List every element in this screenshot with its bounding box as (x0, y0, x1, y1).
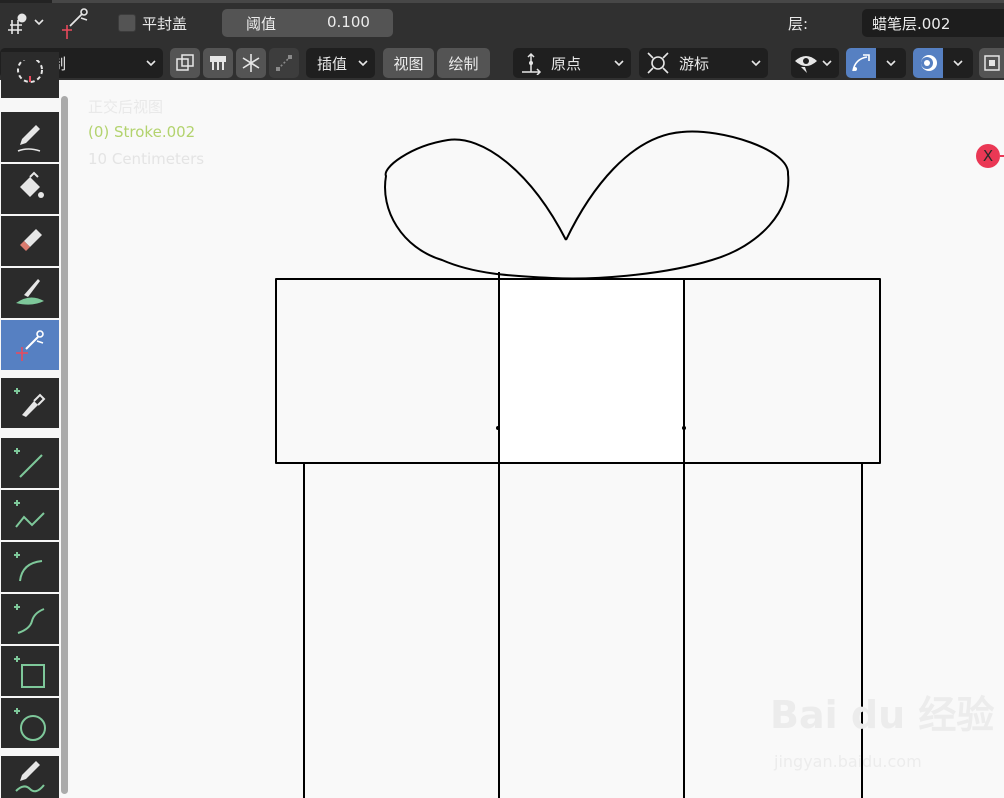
tool-box[interactable] (1, 646, 59, 696)
gizmo-dropdown[interactable] (876, 48, 906, 78)
cutter-icon (16, 330, 44, 361)
header-tab-strip (52, 0, 1004, 3)
gizmo-toggle[interactable] (846, 48, 876, 78)
interpolate-dropdown[interactable]: 插值 (306, 48, 375, 78)
threshold-field[interactable]: 阈值 0.100 (222, 9, 393, 37)
arc-icon (14, 552, 43, 582)
tool-tint[interactable] (1, 268, 59, 318)
tool-curve[interactable] (1, 594, 59, 644)
tool-cutter[interactable] (1, 320, 59, 370)
freeze-button[interactable] (236, 48, 266, 78)
curve-icon (14, 604, 45, 634)
threshold-value: 0.100 (327, 13, 370, 31)
keyframe-icon (210, 56, 226, 70)
cursor-target-icon (647, 52, 669, 74)
tool-preset-icon (8, 13, 44, 34)
cursor-label: 游标 (679, 54, 710, 73)
polyline-icon (14, 500, 45, 528)
threshold-label: 阈值 (246, 15, 277, 33)
watermark-brand: Bai du 经验 (770, 693, 995, 737)
view-menu-label: 视图 (393, 54, 424, 73)
pivot-label: 原点 (551, 54, 582, 73)
xray-button[interactable] (979, 48, 1004, 78)
overlay-toggle[interactable] (913, 48, 943, 78)
overlay-icon (921, 55, 937, 71)
bow-right-loop (551, 130, 790, 280)
watermark-url: jingyan.baidu.com (774, 752, 922, 771)
xray-icon (983, 55, 1000, 71)
layer-value: 蜡笔层.002 (872, 15, 951, 33)
eyedropper-icon (14, 388, 46, 417)
view-menu[interactable]: 视图 (383, 48, 434, 78)
body-fill (305, 464, 861, 798)
line-icon (14, 448, 43, 478)
draw-menu[interactable]: 绘制 (437, 48, 490, 78)
eraser-icon (20, 229, 42, 251)
tool-polyline[interactable] (1, 490, 59, 540)
bow-left-loop (384, 138, 567, 279)
circle-icon (14, 708, 46, 741)
tool-shelf (0, 52, 70, 798)
stroke-link-button[interactable] (269, 48, 299, 78)
overlay-dropdown[interactable] (943, 48, 973, 78)
cursor-icon (17, 60, 43, 83)
3d-viewport[interactable]: 正交后视图 (0) Stroke.002 10 Centimeters X Ba… (70, 80, 1004, 798)
fill-bucket-icon (20, 171, 44, 198)
tool-fill[interactable] (1, 164, 59, 214)
flat-caps-label: 平封盖 (142, 15, 188, 33)
toolbar-scrollbar[interactable] (61, 96, 68, 794)
stroke-point (496, 426, 500, 430)
box-icon (14, 656, 45, 688)
tool-circle[interactable] (1, 698, 59, 748)
chevron-down-icon (886, 60, 896, 67)
chevron-down-icon (146, 60, 156, 67)
pivot-dropdown[interactable]: 原点 (513, 48, 631, 78)
tool-eyedropper[interactable] (1, 378, 59, 428)
layer-label: 层: (788, 15, 809, 33)
autokey-button[interactable] (203, 48, 233, 78)
pencil-draw-icon (17, 125, 41, 152)
ribbon-fill-lid (500, 280, 683, 462)
tint-brush-icon (16, 279, 44, 305)
layer-field[interactable]: 蜡笔层.002 (862, 9, 1004, 37)
snowflake-icon (242, 54, 260, 72)
chevron-down-icon (358, 60, 368, 67)
interpolate-label: 插值 (317, 54, 348, 73)
cutter-icon (62, 8, 88, 39)
eye-icon (795, 56, 817, 73)
tool-settings-header: 平封盖 阈值 0.100 层: 蜡笔层.002 (0, 0, 1004, 46)
chevron-down-icon (822, 60, 832, 67)
chevron-down-icon (614, 60, 624, 67)
draw-menu-label: 绘制 (448, 54, 479, 73)
multiframe-icon (176, 54, 194, 71)
object-mode-menu[interactable] (2, 8, 46, 38)
flat-caps-checkbox[interactable] (118, 14, 136, 32)
multiframe-button[interactable] (170, 48, 200, 78)
tool-cursor[interactable] (1, 52, 59, 98)
pivot-origin-icon (522, 52, 542, 75)
chevron-down-icon (953, 60, 963, 67)
stroke-point (682, 426, 686, 430)
link-icon (276, 55, 292, 71)
watermark-logo: Bai du 经验 (770, 684, 994, 739)
tool-line[interactable] (1, 438, 59, 488)
active-tool-cutter-icon[interactable] (56, 6, 96, 40)
tool-annotate[interactable] (1, 756, 59, 798)
visibility-dropdown[interactable] (791, 48, 839, 78)
tool-arc[interactable] (1, 542, 59, 592)
gizmo-arrow-icon (852, 54, 870, 72)
annotate-icon (15, 761, 45, 793)
chevron-down-icon (751, 60, 761, 67)
cursor-dropdown[interactable]: 游标 (639, 48, 768, 78)
tool-draw[interactable] (1, 112, 59, 162)
tool-erase[interactable] (1, 216, 59, 266)
viewport-header: 绘制 插值 视图 绘制 原点 游标 (0, 46, 1004, 80)
header-top-border (0, 0, 1004, 3)
